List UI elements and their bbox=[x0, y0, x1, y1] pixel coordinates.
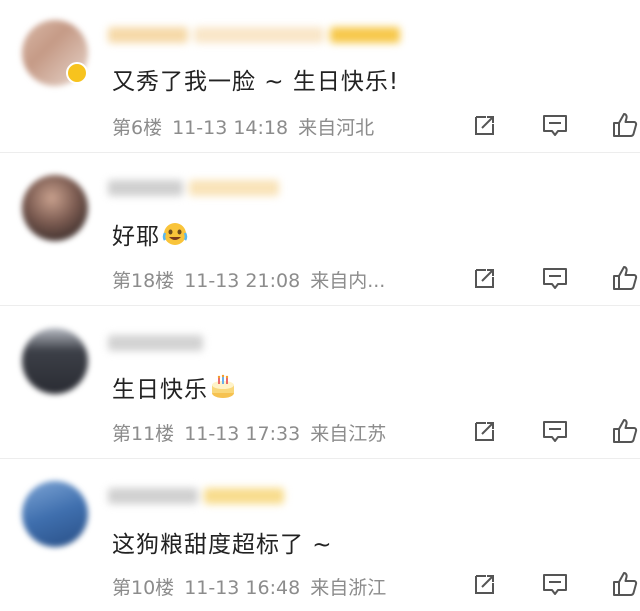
like-button[interactable] bbox=[590, 263, 640, 293]
comment-actions bbox=[450, 416, 640, 446]
comment-item: 生日快乐 第11楼 11-13 17:33 来自江苏 bbox=[0, 306, 640, 459]
share-button[interactable] bbox=[450, 263, 520, 293]
comment-location: 来自江苏 bbox=[310, 423, 387, 445]
crying-laughing-emoji-icon bbox=[162, 221, 188, 253]
thumbs-up-icon bbox=[613, 419, 638, 443]
comment-text: 生日快乐 bbox=[112, 370, 236, 406]
floor-number: 第6楼 bbox=[112, 117, 163, 139]
comment-icon bbox=[543, 574, 567, 595]
share-icon bbox=[475, 116, 494, 135]
comment-location: 来自内... bbox=[310, 270, 386, 292]
share-icon bbox=[475, 422, 494, 441]
reply-button[interactable] bbox=[520, 569, 590, 599]
like-button[interactable] bbox=[590, 416, 640, 446]
birthday-cake-emoji-icon bbox=[210, 374, 236, 406]
comment-time: 11-13 17:33 bbox=[184, 423, 301, 445]
comment-actions bbox=[450, 110, 640, 140]
share-button[interactable] bbox=[450, 416, 520, 446]
thumbs-up-icon bbox=[613, 266, 638, 290]
floor-number: 第18楼 bbox=[112, 270, 175, 292]
reply-button[interactable] bbox=[520, 263, 590, 293]
comment-text: 又秀了我一脸 ~ 生日快乐! bbox=[112, 69, 400, 95]
avatar[interactable] bbox=[22, 481, 88, 547]
thumbs-up-icon bbox=[613, 572, 638, 596]
comment-icon bbox=[543, 268, 567, 289]
comment-meta: 第6楼 11-13 14:18 来自河北 bbox=[112, 113, 384, 140]
comment-meta: 第11楼 11-13 17:33 来自江苏 bbox=[112, 419, 396, 446]
reply-button[interactable] bbox=[520, 416, 590, 446]
username-blurred[interactable] bbox=[108, 485, 284, 507]
thumbs-up-icon bbox=[613, 113, 638, 137]
floor-number: 第11楼 bbox=[112, 423, 175, 445]
like-button[interactable] bbox=[590, 110, 640, 140]
like-button[interactable] bbox=[590, 569, 640, 599]
comment-item: 好耶 第18楼 11-13 21:08 来自内... bbox=[0, 153, 640, 306]
comment-text-content: 生日快乐 bbox=[112, 377, 208, 403]
share-button[interactable] bbox=[450, 110, 520, 140]
avatar[interactable] bbox=[22, 328, 88, 394]
comment-time: 11-13 16:48 bbox=[184, 577, 301, 599]
comment-location: 来自浙江 bbox=[310, 577, 387, 599]
comment-actions bbox=[450, 569, 640, 599]
comment-icon bbox=[543, 115, 567, 136]
comment-text: 这狗粮甜度超标了 ~ bbox=[112, 532, 333, 558]
floor-number: 第10楼 bbox=[112, 577, 175, 599]
comment-location: 来自河北 bbox=[298, 117, 375, 139]
comment-meta: 第18楼 11-13 21:08 来自内... bbox=[112, 266, 395, 293]
share-icon bbox=[475, 269, 494, 288]
share-button[interactable] bbox=[450, 569, 520, 599]
comment-meta: 第10楼 11-13 16:48 来自浙江 bbox=[112, 573, 396, 600]
comment-time: 11-13 21:08 bbox=[184, 270, 301, 292]
reply-button[interactable] bbox=[520, 110, 590, 140]
comment-actions bbox=[450, 263, 640, 293]
comment-item: 又秀了我一脸 ~ 生日快乐! 第6楼 11-13 14:18 来自河北 bbox=[0, 0, 640, 153]
username-blurred[interactable] bbox=[108, 177, 279, 199]
share-icon bbox=[475, 575, 494, 594]
username-blurred[interactable] bbox=[108, 332, 203, 354]
comment-item: 这狗粮甜度超标了 ~ 第10楼 11-13 16:48 来自浙江 bbox=[0, 459, 640, 611]
vip-badge-icon bbox=[66, 62, 88, 84]
comment-text: 好耶 bbox=[112, 217, 188, 253]
avatar[interactable] bbox=[22, 175, 88, 241]
comment-icon bbox=[543, 421, 567, 442]
comment-time: 11-13 14:18 bbox=[172, 117, 289, 139]
username-blurred[interactable] bbox=[108, 24, 400, 46]
comment-text-content: 好耶 bbox=[112, 224, 160, 250]
